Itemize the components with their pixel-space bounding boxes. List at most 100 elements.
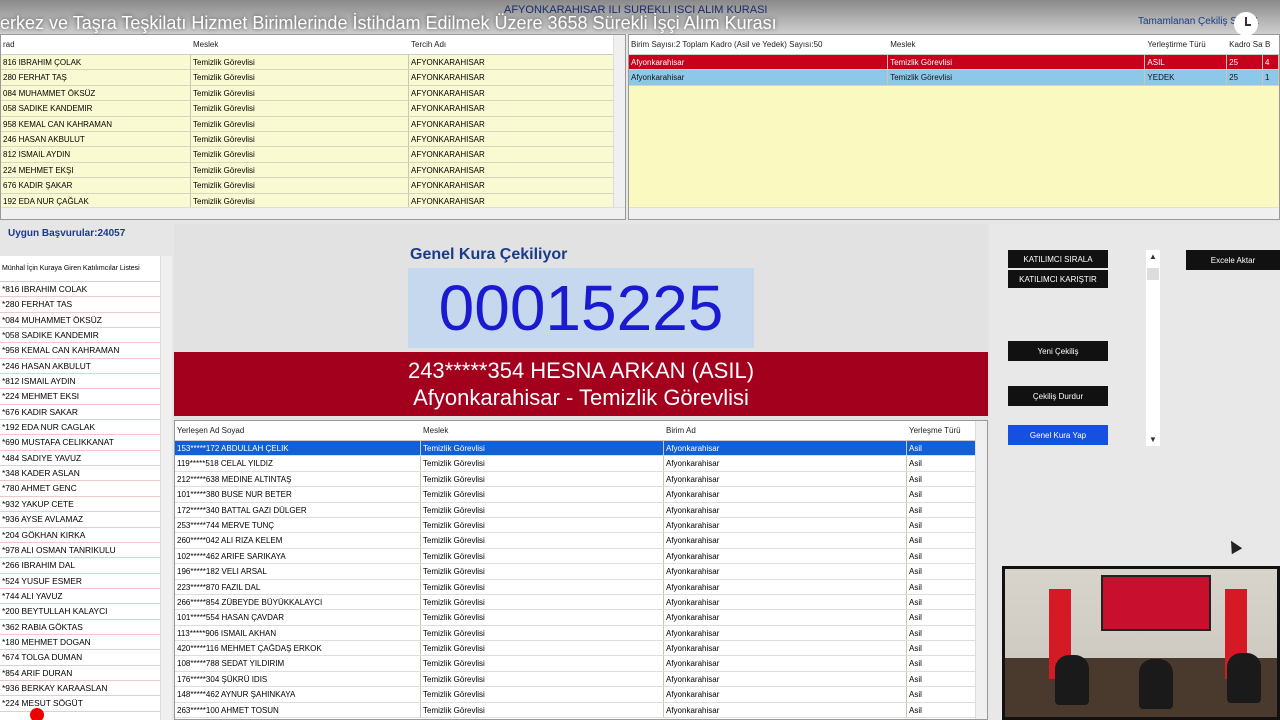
table-row[interactable]: 101*****380 BUSE NUR BETER Temizlik Görev… [175,487,987,503]
list-item[interactable]: *266 IBRAHIM DAL [0,558,160,574]
cell: Temizlik Görevlisi [421,441,664,456]
table-row[interactable]: 816 IBRAHIM ÇOLAK Temizlik Görevlisi AFYON… [1,55,625,71]
table-row[interactable]: 420*****116 MEHMET ÇAĞDAŞ ERKOK Temizlik … [175,641,987,657]
table-row[interactable]: 084 MUHAMMET ÖKSÜZ Temizlik Görevlisi AFYO… [1,85,625,102]
list-item[interactable]: *084 MUHAMMET ÖKSÜZ [0,312,160,329]
table-row[interactable]: 108*****788 SEDAT YILDIRIM Temizlik Görev… [175,656,987,672]
table-row[interactable]: 101*****554 HASAN ÇAVDAR Temizlik Görevli… [175,610,987,626]
table-row[interactable]: 148*****462 AYNUR ŞAHINKAYA Temizlik Göre… [175,687,987,703]
table-row[interactable]: 212*****638 MEDINE ALTINTAŞ Temizlik Göre… [175,471,987,488]
column-header[interactable]: Yerleştirme Türü [1145,40,1227,49]
stop-draw-button[interactable]: Çekiliş Durdur [1008,386,1108,406]
portrait-image [1101,575,1211,631]
table-row[interactable]: 102*****462 ARIFE SARIKAYA Temizlik Görev… [175,548,987,565]
list-item[interactable]: *524 YUSUF ESMER [0,573,160,589]
participants-grid[interactable]: rad Meslek Tercih Adı 816 IBRAHIM ÇOLAK T… [0,34,626,220]
table-row[interactable]: 676 KADIR ŞAKAR Temizlik Görevlisi AFYONKA… [1,178,625,194]
general-draw-button[interactable]: Genel Kura Yap [1008,425,1108,445]
horizontal-scrollbar[interactable] [1,207,625,219]
table-row[interactable]: 246 HASAN AKBULUT Temizlik Görevlisi AFYON… [1,131,625,148]
list-item[interactable]: *816 IBRAHIM COLAK [0,282,160,298]
list-item[interactable]: *936 BERKAY KARAASLAN [0,680,160,697]
list-item[interactable]: *484 SADIYE YAVUZ [0,450,160,467]
chevron-up-icon[interactable]: ▲ [1149,252,1157,261]
list-item[interactable]: *676 KADIR SAKAR [0,404,160,421]
table-row-yedek[interactable]: Afyonkarahisar Temizlik Görevlisi YEDEK … [629,70,1279,86]
column-header[interactable]: Tercih Adı [409,40,614,49]
clock-icon[interactable] [1234,12,1258,36]
cell: Afyonkarahisar [664,441,907,456]
cell: Asil [907,441,977,456]
cell: Asil [907,456,977,471]
vertical-scrollbar[interactable] [975,421,987,719]
list-item[interactable]: *200 BEYTULLAH KALAYCI [0,604,160,620]
control-scrollbar[interactable]: ▲ ▼ [1146,250,1160,446]
table-row[interactable]: 223*****870 FAZIL DAL Temizlik Görevlisi A… [175,579,987,595]
table-row[interactable]: 260*****042 ALI RIZA KELEM Temizlik Görev… [175,533,987,549]
table-row[interactable]: 176*****304 ŞÜKRÜ IDIS Temizlik Görevlisi… [175,671,987,688]
list-item[interactable]: *674 TOLGA DUMAN [0,650,160,666]
list-item[interactable]: *246 HASAN AKBULUT [0,358,160,375]
column-header[interactable]: Meslek [888,40,1145,49]
column-header[interactable]: Meslek [191,40,409,49]
entrants-list[interactable]: Münhal İçin Kuraya Giren Katılımcılar Li… [0,256,172,720]
cell: Temizlik Görevlisi [191,85,409,101]
column-header[interactable]: B [1263,40,1279,49]
table-row[interactable]: 153*****172 ABDULLAH ÇELIK Temizlik Görev… [175,441,987,457]
chevron-down-icon[interactable]: ▼ [1149,435,1157,444]
shuffle-participants-button[interactable]: KATILIMCI KARIŞTIR [1008,270,1108,288]
sort-participants-button[interactable]: KATILIMCI SIRALA [1008,250,1108,268]
placed-grid[interactable]: Yerleşen Ad Soyad Meslek Birim Ad Yerleş… [174,420,988,720]
list-item[interactable]: *932 YAKUP CETE [0,496,160,513]
list-item[interactable]: *192 EDA NUR CAGLAK [0,420,160,436]
list-item[interactable]: *854 ARIF DURAN [0,665,160,681]
scroll-thumb[interactable] [1147,268,1159,280]
cell: 084 MUHAMMET ÖKSÜZ [1,85,191,101]
export-excel-button[interactable]: Excele Aktar [1186,250,1280,270]
list-item[interactable]: *280 FERHAT TAS [0,297,160,313]
list-item[interactable]: *204 GÖKHAN KIRKA [0,527,160,543]
list-item[interactable]: *690 MUSTAFA CELIKKANAT [0,435,160,451]
table-row[interactable]: 266*****854 ZÜBEYDE BÜYÜKKALAYCI Temizlik… [175,594,987,611]
column-header[interactable]: rad [1,40,191,49]
table-row-asil[interactable]: Afyonkarahisar Temizlik Görevlisi ASIL 2… [629,55,1279,71]
table-row[interactable]: 196*****182 VELI ARSAL Temizlik Görevlisi… [175,564,987,580]
column-header[interactable]: Yerleşen Ad Soyad [175,426,421,435]
cell: Temizlik Görevlisi [421,671,664,687]
column-header[interactable]: Birim Sayısı:2 Toplam Kadro (Asil ve Yed… [629,40,888,49]
list-item[interactable]: *058 SADIKE KANDEMIR [0,328,160,344]
list-item[interactable]: *812 ISMAIL AYDIN [0,374,160,390]
table-row[interactable]: 119*****518 CELAL YILDIZ Temizlik Görevli… [175,456,987,472]
list-item[interactable]: *936 AYSE AVLAMAZ [0,512,160,528]
column-header[interactable]: Kadro Sayısı [1227,40,1263,49]
cell: Asil [907,687,977,702]
table-row[interactable]: 172*****340 BATTAL GAZI DÜLGER Temizlik G… [175,502,987,518]
list-item[interactable]: *224 MESUT SÖGÜT [0,696,160,712]
new-draw-button[interactable]: Yeni Çekiliş [1008,341,1108,361]
table-row[interactable]: 224 MEHMET EKŞI Temizlik Görevlisi AFYONKA… [1,162,625,179]
column-header[interactable]: Meslek [421,426,664,435]
cell: Afyonkarahisar [664,579,907,594]
units-grid[interactable]: Birim Sayısı:2 Toplam Kadro (Asil ve Yed… [628,34,1280,220]
list-item[interactable]: *780 AHMET GENC [0,481,160,497]
list-item[interactable]: *978 ALI OSMAN TANRIKULU [0,542,160,559]
list-item[interactable]: *224 MEHMET EKSI [0,389,160,405]
table-row[interactable]: 263*****100 AHMET TOSUN Temizlik Görevlis… [175,702,987,719]
list-item[interactable]: *958 KEMAL CAN KAHRAMAN [0,343,160,359]
table-row[interactable]: 113*****906 ISMAIL AKHAN Temizlik Görevli… [175,625,987,642]
table-row[interactable]: 812 ISMAIL AYDIN Temizlik Görevlisi AFYONK… [1,147,625,163]
table-row[interactable]: 253*****744 MERVE TUNÇ Temizlik Görevlisi… [175,517,987,534]
list-item[interactable]: *180 MEHMET DOGAN [0,634,160,651]
table-row[interactable]: 280 FERHAT TAŞ Temizlik Görevlisi AFYONKAR… [1,70,625,86]
vertical-scrollbar[interactable] [613,35,625,219]
list-item[interactable]: *348 KADER ASLAN [0,466,160,482]
horizontal-scrollbar[interactable] [629,207,1279,219]
list-item[interactable]: *362 RABIA GÖKTAS [0,619,160,635]
table-row[interactable]: 058 SADIKE KANDEMIR Temizlik Görevlisi AFY… [1,101,625,117]
column-header[interactable]: Birim Ad [664,426,907,435]
vertical-scrollbar[interactable] [160,256,172,720]
participants-grid-header: rad Meslek Tercih Adı [1,35,625,55]
list-item[interactable]: *744 ALI YAVUZ [0,588,160,605]
column-header[interactable]: Yerleşme Türü [907,426,977,435]
table-row[interactable]: 958 KEMAL CAN KAHRAMAN Temizlik Görevlisi… [1,116,625,132]
